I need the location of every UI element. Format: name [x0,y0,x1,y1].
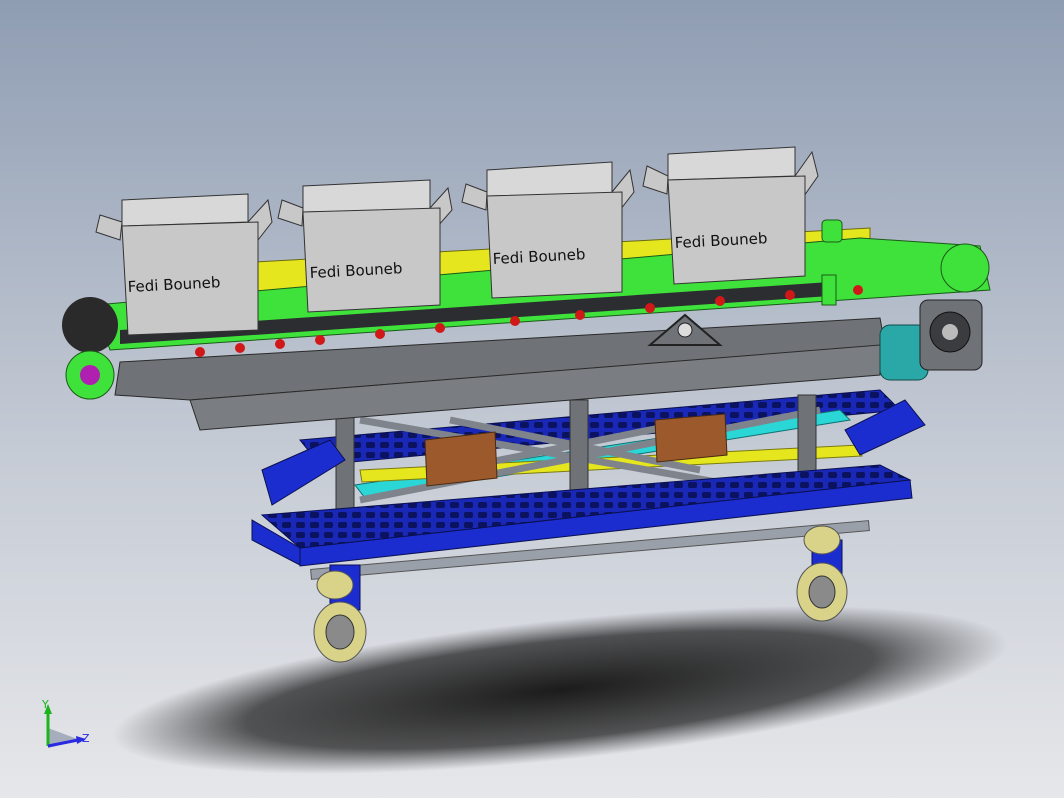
cad-viewport[interactable]: Fedi Bouneb Fedi Bouneb Fedi Bouneb Fedi… [0,0,1064,798]
triad-z-label: Z [82,732,90,745]
caster-back-left [316,570,354,600]
triad-y-label: Y [41,698,49,711]
conveyor-3d-model[interactable]: Fedi Bouneb Fedi Bouneb Fedi Bouneb Fedi… [0,0,1064,798]
caster-back-right [803,525,841,555]
